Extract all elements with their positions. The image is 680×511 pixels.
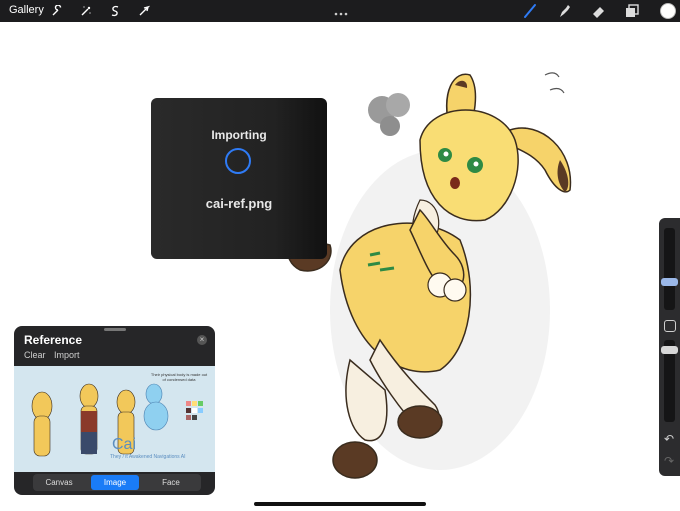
gallery-button[interactable]: Gallery [9,4,44,16]
import-filename: cai-ref.png [205,196,273,211]
more-options-icon[interactable] [334,4,348,16]
brush-size-slider-thumb[interactable] [661,278,678,286]
reference-tabs: Canvas Image Face [33,474,201,491]
loading-spinner-icon [225,148,251,174]
reference-panel: Reference × Clear Import Their physical … [14,326,215,495]
modify-button[interactable] [664,320,676,332]
tab-canvas[interactable]: Canvas [35,475,83,490]
opacity-slider-thumb[interactable] [661,346,678,354]
import-button[interactable]: Import [54,350,80,360]
tab-face[interactable]: Face [147,475,195,490]
wrench-icon[interactable] [49,3,65,19]
reference-image: Their physical body is made out of conde… [14,366,215,472]
smudge-icon[interactable] [556,3,572,19]
brush-size-slider[interactable] [664,228,675,310]
eraser-icon[interactable] [590,3,606,19]
brush-icon[interactable] [522,3,538,19]
redo-icon[interactable]: ↷ [662,454,676,468]
reference-note: Their physical body is made out of conde… [150,372,208,382]
layers-icon[interactable] [624,3,640,19]
importing-dialog: Importing cai-ref.png [151,98,327,259]
close-icon[interactable]: × [197,335,207,345]
undo-icon[interactable]: ↶ [662,432,676,446]
tab-image[interactable]: Image [91,475,139,490]
reference-character-name: Cai [112,436,137,453]
reference-title: Reference [24,333,83,347]
panel-grab-handle[interactable] [104,328,126,331]
color-picker-button[interactable] [660,3,676,19]
top-toolbar: Gallery [0,0,680,22]
side-slider-panel: ↶ ↷ [659,218,680,476]
clear-button[interactable]: Clear [24,350,46,360]
importing-title: Importing [211,128,267,142]
reference-character-subtitle: They / it Awakened Navigations AI [110,454,186,460]
magic-wand-icon[interactable] [78,3,94,19]
selection-s-icon[interactable] [107,3,123,19]
home-indicator[interactable] [254,502,426,506]
transform-arrow-icon[interactable] [136,3,152,19]
